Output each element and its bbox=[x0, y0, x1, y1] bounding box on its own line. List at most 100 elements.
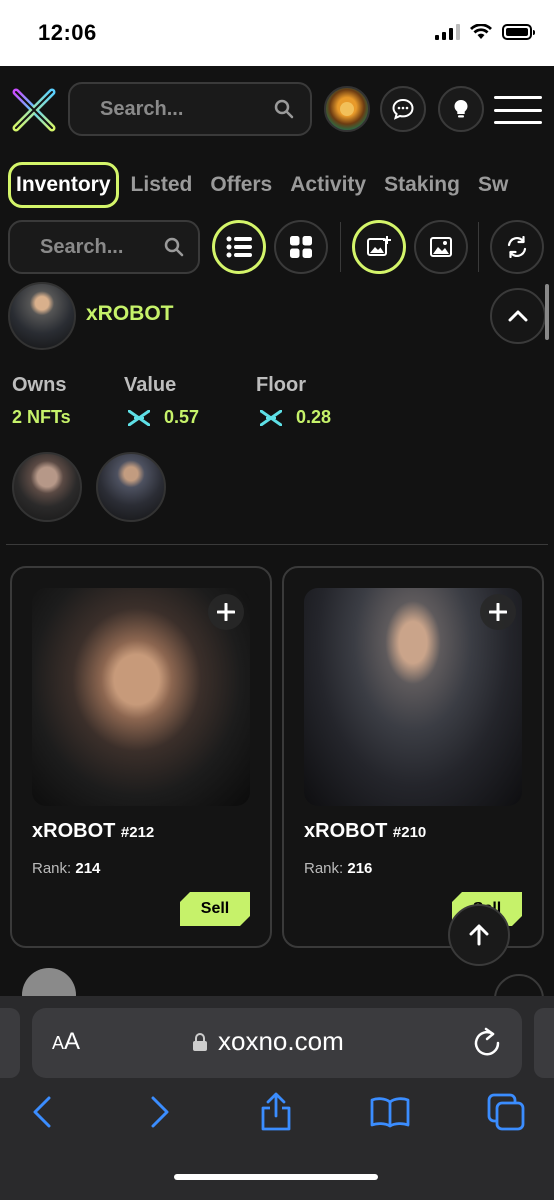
stat-floor-label: Floor bbox=[256, 374, 306, 396]
wifi-icon bbox=[470, 24, 492, 39]
url-display[interactable]: xoxno.com bbox=[192, 1026, 344, 1057]
tab-offers[interactable]: Offers bbox=[204, 163, 278, 207]
inventory-search-input[interactable]: Search... bbox=[8, 220, 200, 274]
url-text: xoxno.com bbox=[218, 1026, 344, 1056]
collection-avatar[interactable] bbox=[8, 282, 76, 350]
floor-amount: 0.28 bbox=[296, 407, 332, 427]
add-to-cart-button[interactable] bbox=[480, 594, 516, 630]
nft-title: xROBOT #212 bbox=[32, 820, 154, 843]
scroll-to-top-button[interactable] bbox=[448, 904, 510, 966]
nft-image[interactable] bbox=[32, 588, 250, 806]
stat-owns-label: Owns bbox=[12, 374, 67, 396]
egld-token-icon bbox=[260, 409, 282, 426]
image-view-button[interactable] bbox=[414, 220, 468, 274]
battery-icon bbox=[502, 24, 535, 40]
nft-thumbnail[interactable] bbox=[12, 452, 82, 522]
share-button[interactable] bbox=[256, 1092, 296, 1132]
nft-card[interactable]: xROBOT #212 Rank: 214 Sell bbox=[10, 566, 272, 948]
nft-image[interactable] bbox=[304, 588, 522, 806]
xoxno-logo-icon[interactable] bbox=[10, 86, 58, 134]
add-image-button[interactable] bbox=[352, 220, 406, 274]
section-divider bbox=[6, 544, 548, 545]
chevron-up-icon bbox=[508, 310, 528, 322]
chat-bubble-icon bbox=[392, 98, 414, 120]
text-size-large-label: A bbox=[64, 1028, 81, 1055]
nft-rank: Rank: 216 bbox=[304, 860, 372, 877]
stat-value-label: Value bbox=[124, 374, 177, 396]
image-icon bbox=[430, 237, 452, 257]
global-search-placeholder: Search... bbox=[100, 97, 184, 120]
refresh-icon bbox=[507, 236, 527, 258]
bookmarks-button[interactable] bbox=[370, 1092, 410, 1132]
rank-value: 216 bbox=[347, 860, 373, 877]
stat-floor: Floor 0.28 bbox=[256, 374, 331, 428]
text-size-button[interactable]: AA bbox=[52, 1028, 80, 1056]
plus-icon bbox=[217, 603, 235, 621]
nft-name: xROBOT bbox=[32, 820, 116, 842]
nft-title: xROBOT #210 bbox=[304, 820, 426, 843]
collapse-button[interactable] bbox=[490, 288, 546, 344]
chevron-right-icon bbox=[151, 1096, 169, 1128]
stat-value-amount: 0.57 bbox=[124, 407, 199, 428]
reload-icon[interactable] bbox=[472, 1026, 502, 1058]
inventory-search-placeholder: Search... bbox=[40, 235, 124, 258]
status-bar: 12:06 bbox=[0, 0, 554, 66]
address-bar[interactable]: AA xoxno.com bbox=[32, 1008, 522, 1078]
chat-button[interactable] bbox=[380, 86, 426, 132]
app-header: Search... bbox=[0, 66, 554, 156]
status-time: 12:06 bbox=[38, 20, 97, 45]
owns-count: 2 NFTs bbox=[12, 407, 71, 427]
global-search-input[interactable]: Search... bbox=[68, 82, 312, 136]
user-avatar[interactable] bbox=[324, 86, 370, 132]
grid-icon bbox=[290, 236, 312, 258]
home-indicator[interactable] bbox=[174, 1174, 378, 1180]
tabs-button[interactable] bbox=[486, 1092, 526, 1132]
nft-card[interactable]: xROBOT #210 Rank: 216 Sell bbox=[282, 566, 544, 948]
grid-view-button[interactable] bbox=[274, 220, 328, 274]
tab-listed[interactable]: Listed bbox=[125, 163, 199, 207]
browser-nav-bar bbox=[0, 1092, 554, 1142]
nft-name: xROBOT bbox=[304, 820, 388, 842]
rank-value: 214 bbox=[75, 860, 101, 877]
collection-name[interactable]: xROBOT bbox=[86, 302, 174, 326]
next-tab-peek[interactable] bbox=[534, 1008, 554, 1078]
stat-owns-value: 2 NFTs bbox=[12, 407, 71, 428]
stat-value: Value 0.57 bbox=[124, 374, 199, 428]
search-icon bbox=[164, 237, 184, 257]
search-icon bbox=[274, 99, 294, 119]
value-amount: 0.57 bbox=[164, 407, 200, 427]
tab-staking[interactable]: Staking bbox=[378, 163, 466, 207]
toolbar-divider bbox=[478, 222, 479, 272]
tabs-icon bbox=[487, 1093, 525, 1131]
list-view-button[interactable] bbox=[212, 220, 266, 274]
tab-sw[interactable]: Sw bbox=[472, 163, 514, 207]
nft-rank: Rank: 214 bbox=[32, 860, 100, 877]
menu-icon[interactable] bbox=[494, 96, 542, 124]
theme-toggle-button[interactable] bbox=[438, 86, 484, 132]
list-icon bbox=[226, 236, 252, 258]
add-to-cart-button[interactable] bbox=[208, 594, 244, 630]
egld-token-icon bbox=[128, 409, 150, 426]
cellular-signal-icon bbox=[435, 24, 460, 40]
tab-activity[interactable]: Activity bbox=[284, 163, 372, 207]
stat-owns: Owns 2 NFTs bbox=[12, 374, 71, 428]
rank-label: Rank: bbox=[32, 860, 72, 877]
chevron-left-icon bbox=[33, 1096, 51, 1128]
forward-button[interactable] bbox=[140, 1092, 180, 1132]
stat-floor-amount: 0.28 bbox=[256, 407, 331, 428]
nft-thumbnail[interactable] bbox=[96, 452, 166, 522]
tab-inventory[interactable]: Inventory bbox=[8, 162, 119, 208]
plus-icon bbox=[489, 603, 507, 621]
book-icon bbox=[370, 1097, 410, 1128]
previous-tab-peek[interactable] bbox=[0, 1008, 20, 1078]
scrollbar[interactable] bbox=[545, 284, 549, 340]
nft-number: #210 bbox=[392, 824, 427, 841]
lock-icon bbox=[193, 1032, 207, 1051]
refresh-button[interactable] bbox=[490, 220, 544, 274]
image-plus-icon bbox=[367, 236, 391, 256]
text-size-small-label: A bbox=[52, 1033, 65, 1053]
toolbar-divider bbox=[340, 222, 341, 272]
inventory-tabs: Inventory Listed Offers Activity Staking… bbox=[8, 160, 554, 210]
sell-button[interactable]: Sell bbox=[180, 892, 250, 926]
back-button[interactable] bbox=[22, 1092, 62, 1132]
